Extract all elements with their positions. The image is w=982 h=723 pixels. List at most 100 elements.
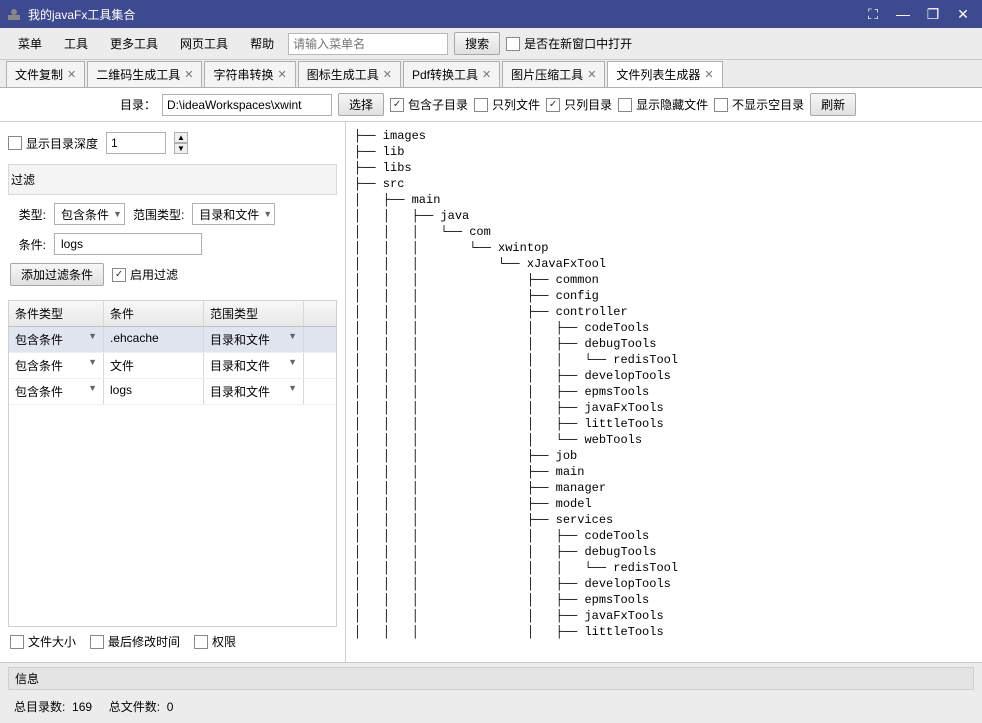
perm-checkbox[interactable]: 权限 bbox=[194, 633, 236, 650]
checkbox-icon bbox=[90, 635, 104, 649]
refresh-button[interactable]: 刷新 bbox=[810, 93, 856, 116]
file-size-checkbox[interactable]: 文件大小 bbox=[10, 633, 76, 650]
tab-label: Pdf转换工具 bbox=[412, 66, 478, 83]
content-area: 显示目录深度 ▲▼ 过滤 类型: 包含条件▼ 范围类型: 目录和文件▼ 条件: … bbox=[0, 122, 982, 662]
menu-item-1[interactable]: 工具 bbox=[56, 31, 96, 56]
depth-spinner[interactable]: ▲▼ bbox=[174, 132, 188, 154]
td-scope[interactable]: 目录和文件▼ bbox=[204, 379, 304, 404]
down-arrow-icon[interactable]: ▼ bbox=[174, 143, 188, 154]
cond-input[interactable] bbox=[54, 233, 202, 255]
td-type[interactable]: 包含条件▼ bbox=[9, 379, 104, 404]
file-count-label: 总文件数: bbox=[109, 700, 160, 714]
menu-item-2[interactable]: 更多工具 bbox=[102, 31, 166, 56]
path-input[interactable] bbox=[162, 94, 332, 116]
menu-search-input[interactable] bbox=[288, 33, 448, 55]
add-filter-button[interactable]: 添加过滤条件 bbox=[10, 263, 104, 286]
close-icon[interactable]: ✕ bbox=[482, 68, 491, 81]
hide-empty-checkbox[interactable]: 不显示空目录 bbox=[714, 96, 804, 113]
info-bar: 信息 总目录数: 169 总文件数: 0 bbox=[0, 662, 982, 723]
minimize-button[interactable]: — bbox=[888, 6, 918, 22]
chevron-down-icon: ▼ bbox=[88, 383, 97, 393]
menu-item-3[interactable]: 网页工具 bbox=[172, 31, 236, 56]
restore-button[interactable]: ❐ bbox=[918, 6, 948, 23]
toolbar: 目录： 选择 包含子目录 只列文件 只列目录 显示隐藏文件 不显示空目录 刷新 bbox=[0, 88, 982, 122]
close-icon[interactable]: ✕ bbox=[277, 68, 286, 81]
tab-label: 字符串转换 bbox=[213, 66, 273, 83]
tree-output[interactable]: ├── images ├── lib ├── libs ├── src │ ├─… bbox=[346, 122, 982, 662]
file-size-label: 文件大小 bbox=[28, 633, 76, 650]
table-header: 条件类型 条件 范围类型 bbox=[9, 301, 336, 327]
close-button[interactable]: ✕ bbox=[948, 6, 978, 23]
th-scope[interactable]: 范围类型 bbox=[204, 301, 304, 326]
dir-label: 目录： bbox=[120, 96, 156, 113]
checkbox-icon bbox=[714, 98, 728, 112]
maximize-restore-button[interactable]: ⛶ bbox=[858, 6, 888, 23]
type-value: 包含条件 bbox=[61, 206, 109, 223]
tab-3[interactable]: 图标生成工具 ✕ bbox=[298, 61, 401, 87]
scope-type-combo[interactable]: 目录和文件 ▼ bbox=[192, 203, 275, 225]
scope-type-value: 目录和文件 bbox=[199, 206, 259, 223]
cond-label: 条件: bbox=[10, 236, 46, 253]
chevron-down-icon: ▼ bbox=[288, 357, 297, 367]
depth-input[interactable] bbox=[106, 132, 166, 154]
search-button[interactable]: 搜索 bbox=[454, 32, 500, 55]
td-type[interactable]: 包含条件▼ bbox=[9, 353, 104, 378]
enable-filter-label: 启用过滤 bbox=[130, 266, 178, 283]
filter-title: 过滤 bbox=[8, 164, 337, 195]
td-cond[interactable]: 文件 bbox=[104, 353, 204, 378]
only-dirs-checkbox[interactable]: 只列目录 bbox=[546, 96, 612, 113]
up-arrow-icon[interactable]: ▲ bbox=[174, 132, 188, 143]
tab-label: 文件复制 bbox=[15, 66, 63, 83]
th-cond[interactable]: 条件 bbox=[104, 301, 204, 326]
tab-5[interactable]: 图片压缩工具✕ bbox=[502, 61, 605, 87]
file-count: 0 bbox=[167, 700, 174, 714]
include-sub-checkbox[interactable]: 包含子目录 bbox=[390, 96, 468, 113]
menu-item-0[interactable]: 菜单 bbox=[10, 31, 50, 56]
only-files-label: 只列文件 bbox=[492, 96, 540, 113]
table-row[interactable]: 包含条件▼文件目录和文件▼ bbox=[9, 353, 336, 379]
mod-time-label: 最后修改时间 bbox=[108, 633, 180, 650]
tab-1[interactable]: 二维码生成工具 ✕ bbox=[87, 61, 202, 87]
app-icon bbox=[4, 4, 24, 24]
open-new-window-checkbox[interactable]: 是否在新窗口中打开 bbox=[506, 35, 632, 52]
tab-2[interactable]: 字符串转换 ✕ bbox=[204, 61, 295, 87]
chevron-down-icon: ▼ bbox=[288, 383, 297, 393]
td-cond[interactable]: .ehcache bbox=[104, 327, 204, 352]
td-scope[interactable]: 目录和文件▼ bbox=[204, 327, 304, 352]
chevron-down-icon: ▼ bbox=[263, 209, 272, 219]
checkbox-icon bbox=[8, 136, 22, 150]
checkbox-icon bbox=[546, 98, 560, 112]
show-depth-label: 显示目录深度 bbox=[26, 135, 98, 152]
dir-count-label: 总目录数: bbox=[14, 700, 65, 714]
close-icon[interactable]: ✕ bbox=[184, 68, 193, 81]
checkbox-icon bbox=[474, 98, 488, 112]
tab-label: 图标生成工具 bbox=[307, 66, 379, 83]
close-icon[interactable]: ✕ bbox=[383, 68, 392, 81]
type-label: 类型: bbox=[10, 206, 46, 223]
table-row[interactable]: 包含条件▼logs目录和文件▼ bbox=[9, 379, 336, 405]
table-row[interactable]: 包含条件▼.ehcache目录和文件▼ bbox=[9, 327, 336, 353]
show-hidden-checkbox[interactable]: 显示隐藏文件 bbox=[618, 96, 708, 113]
enable-filter-checkbox[interactable]: 启用过滤 bbox=[112, 266, 178, 283]
close-icon[interactable]: ✕ bbox=[704, 68, 713, 81]
chevron-down-icon: ▼ bbox=[113, 209, 122, 219]
tab-4[interactable]: Pdf转换工具 ✕ bbox=[403, 61, 500, 87]
td-scope[interactable]: 目录和文件▼ bbox=[204, 353, 304, 378]
menu-item-4[interactable]: 帮助 bbox=[242, 31, 282, 56]
only-files-checkbox[interactable]: 只列文件 bbox=[474, 96, 540, 113]
tab-label: 二维码生成工具 bbox=[96, 66, 180, 83]
type-combo[interactable]: 包含条件 ▼ bbox=[54, 203, 125, 225]
checkbox-icon bbox=[10, 635, 24, 649]
tab-6[interactable]: 文件列表生成器✕ bbox=[607, 61, 722, 87]
close-icon[interactable]: ✕ bbox=[67, 68, 76, 81]
choose-button[interactable]: 选择 bbox=[338, 93, 384, 116]
close-icon[interactable]: ✕ bbox=[587, 68, 596, 81]
td-cond[interactable]: logs bbox=[104, 379, 204, 404]
dir-count: 169 bbox=[72, 700, 92, 714]
td-type[interactable]: 包含条件▼ bbox=[9, 327, 104, 352]
left-panel: 显示目录深度 ▲▼ 过滤 类型: 包含条件▼ 范围类型: 目录和文件▼ 条件: … bbox=[0, 122, 346, 662]
tab-0[interactable]: 文件复制 ✕ bbox=[6, 61, 85, 87]
mod-time-checkbox[interactable]: 最后修改时间 bbox=[90, 633, 180, 650]
th-type[interactable]: 条件类型 bbox=[9, 301, 104, 326]
show-depth-checkbox[interactable]: 显示目录深度 bbox=[8, 135, 98, 152]
